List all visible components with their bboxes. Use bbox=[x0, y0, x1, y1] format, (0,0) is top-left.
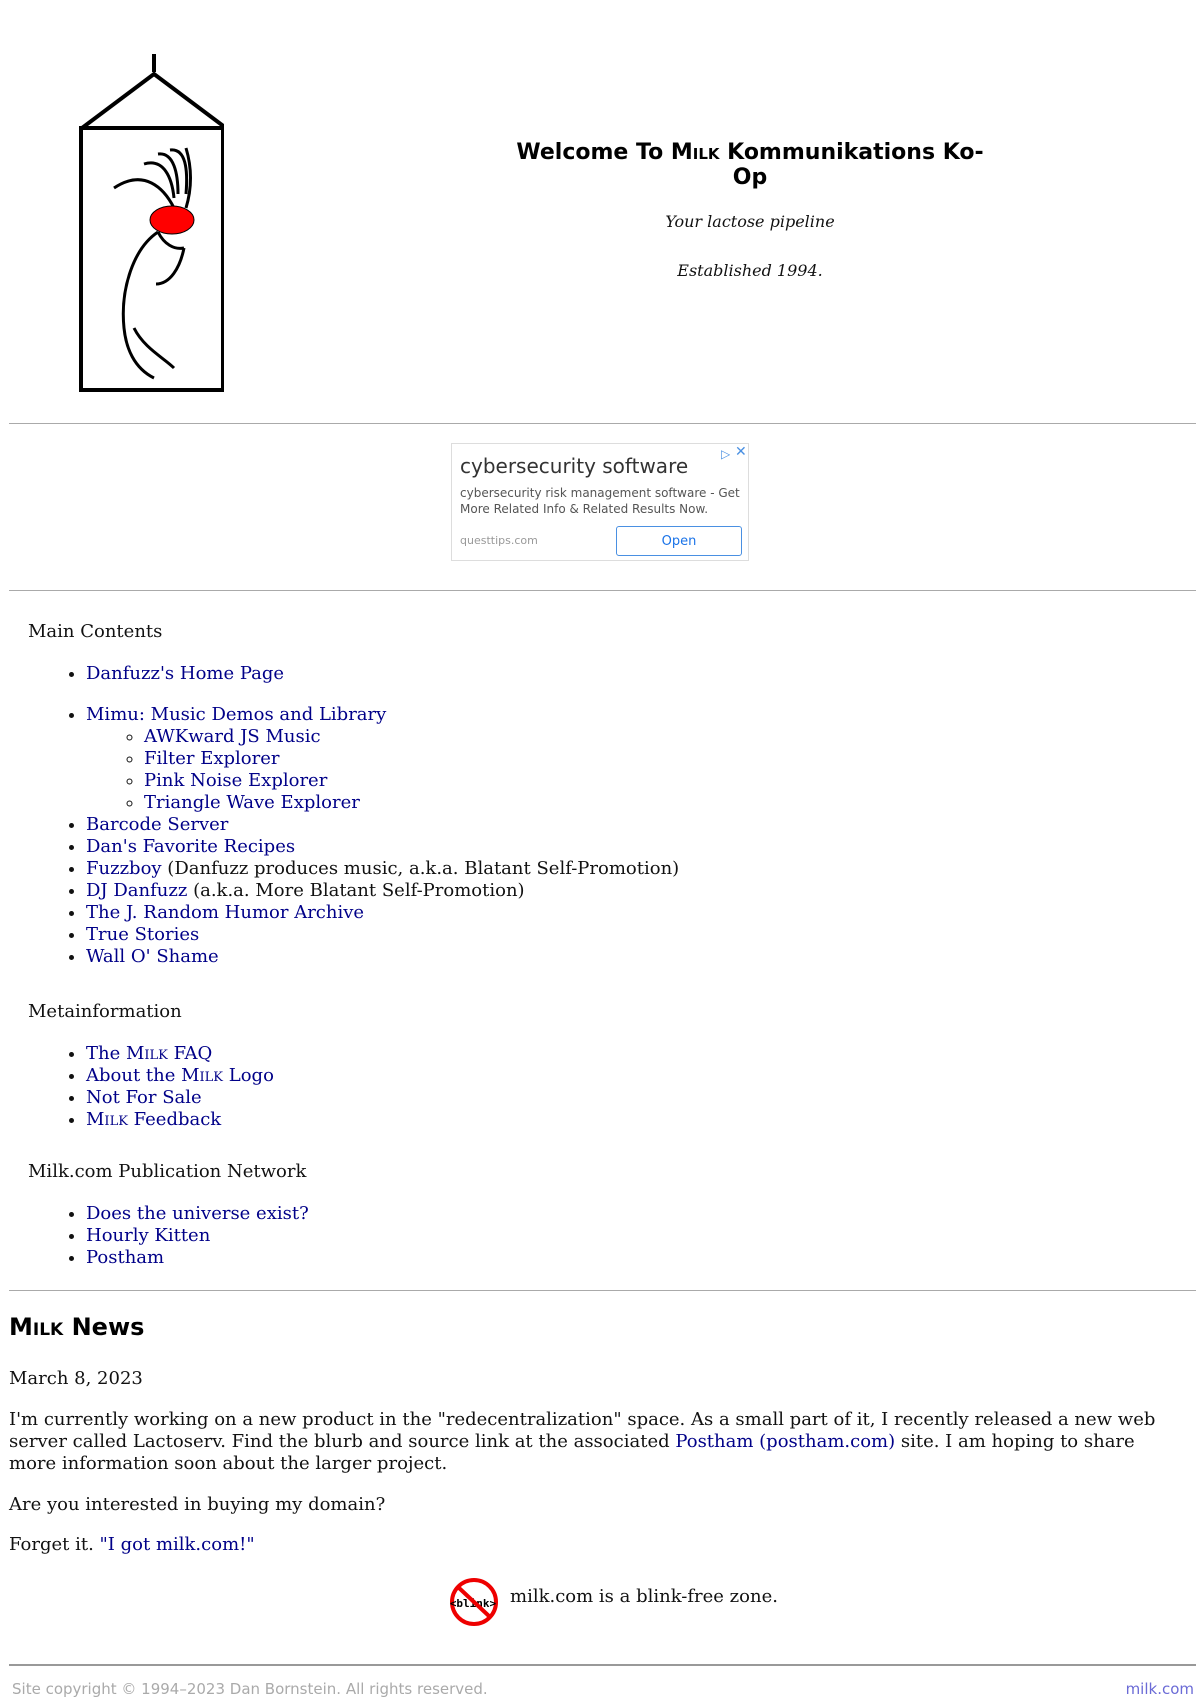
link-universe-exist[interactable]: Does the universe exist? bbox=[86, 1203, 309, 1224]
list-item: True Stories bbox=[86, 924, 679, 946]
link-hourly-kitten[interactable]: Hourly Kitten bbox=[86, 1225, 210, 1246]
link-recipes[interactable]: Dan's Favorite Recipes bbox=[86, 836, 295, 857]
news-forget-it: Forget it. "I got milk.com!" bbox=[9, 1534, 255, 1555]
ad-title[interactable]: cybersecurity software bbox=[460, 454, 688, 478]
list-item: Fuzzboy (Danfuzz produces music, a.k.a. … bbox=[86, 858, 679, 880]
link-filter-explorer[interactable]: Filter Explorer bbox=[144, 748, 279, 769]
list-item: Postham bbox=[86, 1247, 309, 1269]
list-item: Danfuzz's Home Page bbox=[86, 663, 284, 685]
link-pink-noise-explorer[interactable]: Pink Noise Explorer bbox=[144, 770, 327, 791]
tagline: Your lactose pipeline bbox=[665, 212, 835, 231]
link-home-page[interactable]: Danfuzz's Home Page bbox=[86, 663, 284, 684]
footer-divider bbox=[9, 1664, 1196, 1666]
established-text: Established 1994. bbox=[677, 261, 823, 280]
link-dj-danfuzz[interactable]: DJ Danfuzz bbox=[86, 880, 187, 901]
list-item: The Milk FAQ bbox=[86, 1043, 274, 1065]
divider bbox=[9, 423, 1196, 424]
close-icon[interactable]: ✕ bbox=[735, 444, 747, 460]
list-item: Mimu: Music Demos and Library AWKward JS… bbox=[86, 704, 679, 814]
ad-choices-icon[interactable]: ▷ bbox=[721, 447, 730, 461]
list-item: About the Milk Logo bbox=[86, 1065, 274, 1087]
list-item: Filter Explorer bbox=[144, 748, 679, 770]
link-milk-com[interactable]: milk.com bbox=[1126, 1680, 1194, 1698]
link-not-for-sale[interactable]: Not For Sale bbox=[86, 1087, 202, 1108]
metainformation-list: The Milk FAQ About the Milk Logo Not For… bbox=[50, 1043, 274, 1131]
news-date: March 8, 2023 bbox=[9, 1368, 143, 1389]
advertisement[interactable]: ▷ ✕ cybersecurity software cybersecurity… bbox=[451, 443, 749, 561]
page-title: Welcome To Milk Kommunikations Ko-Op bbox=[516, 140, 984, 190]
link-milk-logo[interactable]: About the Milk Logo bbox=[86, 1065, 274, 1086]
list-item: Barcode Server bbox=[86, 814, 679, 836]
fuzzboy-note: (Danfuzz produces music, a.k.a. Blatant … bbox=[161, 858, 680, 879]
blink-free-text: milk.com is a blink-free zone. bbox=[510, 1586, 778, 1607]
list-item: Not For Sale bbox=[86, 1087, 274, 1109]
list-item: Hourly Kitten bbox=[86, 1225, 309, 1247]
ad-open-button[interactable]: Open bbox=[616, 526, 742, 556]
news-paragraph: I'm currently working on a new product i… bbox=[9, 1409, 1156, 1474]
copyright-text: Site copyright © 1994–2023 Dan Bornstein… bbox=[12, 1680, 488, 1698]
main-contents-list-2: Mimu: Music Demos and Library AWKward JS… bbox=[50, 704, 679, 968]
main-contents-heading: Main Contents bbox=[28, 621, 163, 642]
link-postham-news[interactable]: Postham (postham.com) bbox=[675, 1431, 895, 1452]
list-item: Does the universe exist? bbox=[86, 1203, 309, 1225]
publication-network-heading: Milk.com Publication Network bbox=[28, 1161, 307, 1182]
mimu-sublist: AWKward JS Music Filter Explorer Pink No… bbox=[86, 726, 679, 814]
metainformation-heading: Metainformation bbox=[28, 1001, 182, 1022]
link-milk-faq[interactable]: The Milk FAQ bbox=[86, 1043, 212, 1064]
link-postham[interactable]: Postham bbox=[86, 1247, 164, 1268]
divider bbox=[9, 590, 1196, 591]
dj-note: (a.k.a. More Blatant Self-Promotion) bbox=[187, 880, 525, 901]
link-triangle-wave-explorer[interactable]: Triangle Wave Explorer bbox=[144, 792, 360, 813]
link-wall-of-shame[interactable]: Wall O' Shame bbox=[86, 946, 219, 967]
divider bbox=[9, 1290, 1196, 1291]
list-item: Milk Feedback bbox=[86, 1109, 274, 1131]
ad-domain: questtips.com bbox=[460, 534, 538, 547]
milk-carton-logo bbox=[79, 54, 224, 392]
welcome-block: Welcome To Milk Kommunikations Ko-Op You… bbox=[500, 140, 1000, 280]
link-true-stories[interactable]: True Stories bbox=[86, 924, 199, 945]
no-blink-icon: <blink> bbox=[450, 1578, 498, 1626]
list-item: Pink Noise Explorer bbox=[144, 770, 679, 792]
list-item: Wall O' Shame bbox=[86, 946, 679, 968]
link-mimu[interactable]: Mimu: Music Demos and Library bbox=[86, 704, 386, 725]
link-fuzzboy[interactable]: Fuzzboy bbox=[86, 858, 162, 879]
link-humor-archive[interactable]: The J. Random Humor Archive bbox=[86, 902, 364, 923]
main-contents-list: Danfuzz's Home Page bbox=[50, 663, 284, 685]
link-milk-feedback[interactable]: Milk Feedback bbox=[86, 1109, 221, 1130]
ad-description: cybersecurity risk management software -… bbox=[460, 486, 740, 516]
news-question: Are you interested in buying my domain? bbox=[9, 1494, 386, 1515]
list-item: DJ Danfuzz (a.k.a. More Blatant Self-Pro… bbox=[86, 880, 679, 902]
list-item: Triangle Wave Explorer bbox=[144, 792, 679, 814]
link-barcode-server[interactable]: Barcode Server bbox=[86, 814, 228, 835]
news-heading: Milk News bbox=[9, 1313, 145, 1341]
list-item: The J. Random Humor Archive bbox=[86, 902, 679, 924]
list-item: Dan's Favorite Recipes bbox=[86, 836, 679, 858]
link-i-got-milk[interactable]: "I got milk.com!" bbox=[100, 1534, 255, 1555]
publication-network-list: Does the universe exist? Hourly Kitten P… bbox=[50, 1203, 309, 1269]
list-item: AWKward JS Music bbox=[144, 726, 679, 748]
link-awkward-js-music[interactable]: AWKward JS Music bbox=[144, 726, 321, 747]
